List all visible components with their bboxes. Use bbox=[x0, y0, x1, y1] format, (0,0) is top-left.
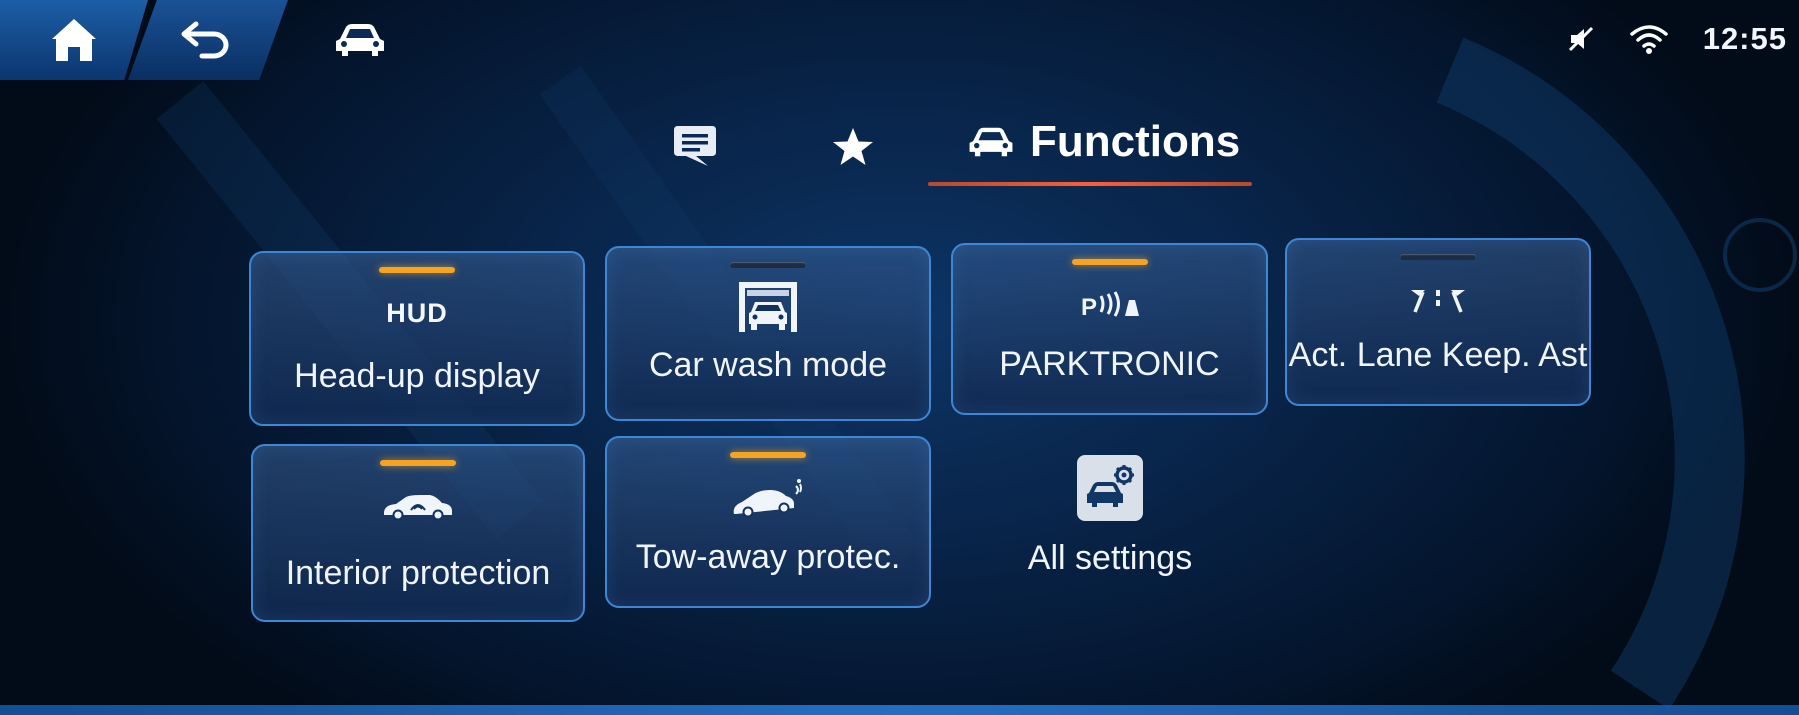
tile-label: Car wash mode bbox=[648, 346, 888, 384]
tile-parktronic[interactable]: P PARKTRONIC bbox=[951, 243, 1268, 415]
tile-label: Interior protection bbox=[285, 554, 551, 592]
tab-bar: Functions bbox=[660, 108, 1260, 198]
tile-label: Act. Lane Keep. Ast bbox=[1288, 336, 1588, 374]
tile-car-wash-mode[interactable]: Car wash mode bbox=[605, 246, 931, 421]
mute-icon bbox=[1567, 25, 1595, 53]
status-indicator bbox=[730, 262, 806, 268]
bottom-accent-line bbox=[0, 705, 1799, 715]
tile-tow-away-protection[interactable]: Tow-away protec. bbox=[605, 436, 931, 608]
car-icon[interactable] bbox=[330, 20, 390, 60]
tile-label: Tow-away protec. bbox=[635, 538, 901, 576]
tab-favorites[interactable] bbox=[830, 124, 876, 170]
home-icon bbox=[48, 15, 100, 65]
status-indicator bbox=[1071, 259, 1148, 265]
lane-keep-icon bbox=[1405, 278, 1471, 322]
all-settings-button[interactable]: All settings bbox=[1010, 455, 1210, 578]
tile-label: Head-up display bbox=[294, 357, 540, 395]
tile-label: PARKTRONIC bbox=[999, 345, 1220, 383]
tile-interior-protection[interactable]: Interior protection bbox=[251, 444, 585, 622]
tab-functions[interactable]: Functions bbox=[966, 112, 1240, 172]
wifi-icon bbox=[1629, 23, 1669, 55]
active-tab-indicator bbox=[928, 182, 1252, 186]
tile-lane-keep-assist[interactable]: Act. Lane Keep. Ast bbox=[1285, 238, 1591, 406]
clock: 12:55 bbox=[1702, 21, 1787, 56]
tab-functions-label: Functions bbox=[1030, 117, 1241, 166]
status-indicator bbox=[380, 460, 456, 466]
status-area: 12:55 bbox=[1567, 14, 1787, 64]
tow-away-icon bbox=[728, 476, 808, 520]
parktronic-icon: P bbox=[1079, 283, 1141, 327]
interior-protection-icon bbox=[380, 484, 456, 528]
star-icon bbox=[833, 128, 873, 165]
status-indicator bbox=[1400, 254, 1476, 260]
status-indicator bbox=[730, 452, 806, 458]
tile-head-up-display[interactable]: HUD Head-up display bbox=[249, 251, 585, 426]
back-arrow-icon bbox=[180, 20, 236, 60]
car-wash-icon bbox=[735, 282, 801, 332]
svg-text:P: P bbox=[1081, 294, 1097, 320]
tab-messages[interactable] bbox=[670, 124, 720, 168]
status-indicator bbox=[379, 267, 455, 273]
hud-icon: HUD bbox=[386, 291, 448, 335]
back-button[interactable] bbox=[128, 0, 288, 80]
infotainment-screen: 12:55 Functions HUD Head-up display Car … bbox=[0, 0, 1799, 715]
message-icon bbox=[674, 126, 716, 166]
all-settings-label: All settings bbox=[1027, 539, 1193, 577]
car-settings-icon bbox=[1077, 455, 1143, 521]
home-button[interactable] bbox=[0, 0, 148, 80]
hud-icon-text: HUD bbox=[386, 297, 448, 328]
top-bar: 12:55 bbox=[0, 0, 1799, 82]
car-icon bbox=[966, 125, 1016, 159]
